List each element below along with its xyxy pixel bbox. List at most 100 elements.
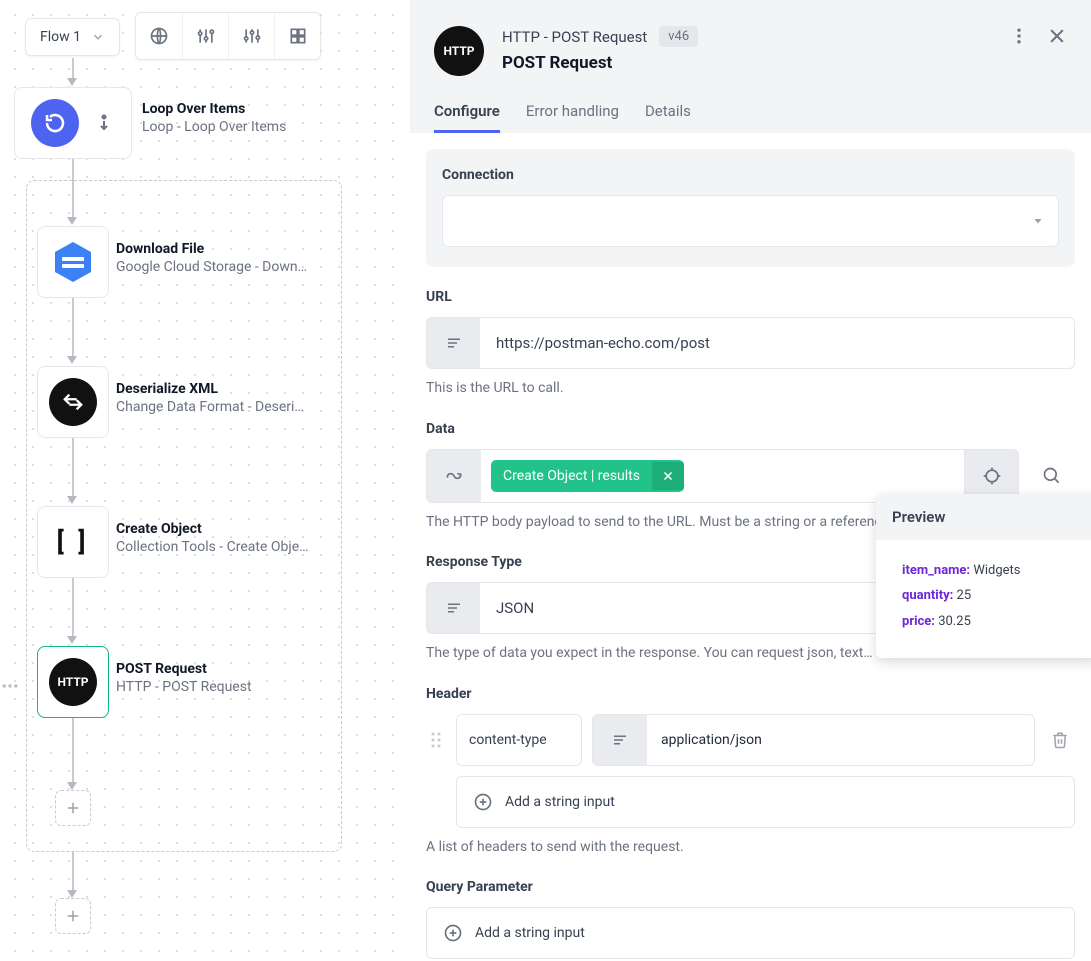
text-icon	[611, 731, 629, 749]
more-button[interactable]	[1009, 26, 1029, 50]
arrow-head-icon	[67, 78, 77, 86]
node-create-object[interactable]: [ ]	[37, 506, 109, 578]
add-header-button[interactable]: Add a string input	[456, 776, 1075, 828]
header-field: Header content-type application/json Add…	[426, 686, 1075, 858]
header-key-input[interactable]: content-type	[456, 714, 582, 766]
trash-icon	[1051, 731, 1069, 749]
tab-error-handling[interactable]: Error handling	[526, 102, 619, 133]
canvas-toolbar	[135, 12, 321, 60]
more-vertical-icon	[1009, 26, 1029, 46]
chevron-down-icon	[91, 30, 105, 44]
tab-details[interactable]: Details	[645, 102, 691, 133]
gcs-icon	[49, 238, 97, 286]
panel-title: POST Request	[502, 53, 991, 73]
close-button[interactable]	[1047, 26, 1067, 50]
query-field: Query Parameter Add a string input	[426, 879, 1075, 959]
add-query-button[interactable]: Add a string input	[426, 907, 1075, 959]
preview-body: item_name: Widgets quantity: 25 price: 3…	[876, 540, 1091, 658]
header-value-input[interactable]: application/json	[592, 714, 1035, 766]
connector	[72, 852, 74, 892]
flow-selector-dropdown[interactable]: Flow 1	[25, 18, 120, 56]
chip-remove-button[interactable]	[652, 462, 684, 490]
add-query-label: Add a string input	[475, 925, 585, 941]
sliders-icon	[242, 26, 262, 46]
plus-icon	[64, 907, 82, 925]
tab-configure[interactable]: Configure	[434, 102, 500, 133]
node-subtitle: Loop - Loop Over Items	[142, 119, 286, 135]
node-download-file[interactable]	[37, 226, 109, 298]
search-icon	[1042, 466, 1062, 486]
connection-label: Connection	[442, 167, 1059, 183]
url-field: URL https://postman-echo.com/post This i…	[426, 289, 1075, 399]
header-label: Header	[426, 686, 1075, 702]
text-prefix-icon[interactable]	[426, 317, 480, 369]
flow-selector-label: Flow 1	[40, 29, 81, 45]
add-step-button[interactable]	[55, 790, 91, 826]
connection-select[interactable]	[442, 195, 1059, 247]
node-subtitle: Collection Tools - Create Obje…	[116, 539, 309, 555]
node-title: Download File	[116, 241, 307, 257]
preview-popover: Preview item_name: Widgets quantity: 25 …	[876, 494, 1091, 658]
config-panel: HTTP HTTP - POST Request v46 POST Reques…	[410, 0, 1091, 961]
globe-icon	[149, 26, 169, 46]
drag-icon	[429, 731, 443, 749]
query-label: Query Parameter	[426, 879, 1075, 895]
chip-label: Create Object | results	[491, 460, 652, 492]
http-icon: HTTP	[434, 26, 484, 76]
drag-handle[interactable]	[426, 731, 446, 749]
node-subtitle: Change Data Format - Deseri…	[116, 399, 304, 415]
arrow-head-icon	[67, 496, 77, 504]
node-deserialize-xml[interactable]	[37, 366, 109, 438]
sliders-button-1[interactable]	[182, 13, 228, 59]
node-label: Download File Google Cloud Storage - Dow…	[116, 241, 307, 275]
connector	[72, 298, 74, 358]
connection-section: Connection	[426, 149, 1075, 267]
add-step-button[interactable]	[55, 898, 91, 934]
node-label: Create Object Collection Tools - Create …	[116, 521, 309, 555]
node-subtitle: Google Cloud Storage - Down…	[116, 259, 307, 275]
plus-circle-icon	[473, 792, 493, 812]
text-prefix-icon[interactable]	[426, 582, 480, 634]
delete-header-button[interactable]	[1045, 731, 1075, 749]
header-helper: A list of headers to send with the reque…	[426, 838, 1075, 858]
connector	[72, 58, 74, 80]
crosshair-icon	[982, 466, 1002, 486]
version-badge: v46	[659, 26, 698, 47]
url-label: URL	[426, 289, 1075, 305]
url-input[interactable]: https://postman-echo.com/post	[480, 317, 1075, 369]
node-title: Deserialize XML	[116, 381, 304, 397]
node-title: Loop Over Items	[142, 101, 286, 117]
close-icon	[662, 470, 674, 482]
reference-prefix-icon[interactable]	[427, 450, 481, 502]
arrow-head-icon	[67, 636, 77, 644]
loop-icon	[31, 99, 79, 147]
node-label: Loop Over Items Loop - Loop Over Items	[142, 101, 286, 135]
arrow-head-icon	[67, 890, 77, 898]
loop-sub-icon	[93, 113, 115, 133]
tabs: Configure Error handling Details	[434, 102, 1067, 133]
node-post-request[interactable]: HTTP	[37, 646, 109, 718]
grid-button[interactable]	[274, 13, 320, 59]
node-more-icon[interactable]	[0, 676, 20, 700]
sliders-button-2[interactable]	[228, 13, 274, 59]
node-loop-over-items[interactable]	[14, 87, 132, 159]
app-name: HTTP - POST Request	[502, 28, 647, 46]
close-icon	[1047, 26, 1067, 46]
http-icon: HTTP	[49, 658, 97, 706]
grid-icon	[288, 26, 308, 46]
node-label: POST Request HTTP - POST Request	[116, 661, 252, 695]
reference-chip[interactable]: Create Object | results	[491, 460, 684, 492]
node-title: Create Object	[116, 521, 309, 537]
brackets-icon: [ ]	[57, 527, 90, 557]
arrow-head-icon	[67, 356, 77, 364]
node-label: Deserialize XML Change Data Format - Des…	[116, 381, 304, 415]
arrow-head-icon	[67, 782, 77, 790]
node-title: POST Request	[116, 661, 252, 677]
plus-circle-icon	[443, 923, 463, 943]
globe-button[interactable]	[136, 13, 182, 59]
panel-header: HTTP HTTP - POST Request v46 POST Reques…	[410, 0, 1091, 133]
plus-icon	[64, 799, 82, 817]
preview-title: Preview	[876, 494, 1091, 540]
connector	[72, 718, 74, 784]
connector	[72, 578, 74, 638]
